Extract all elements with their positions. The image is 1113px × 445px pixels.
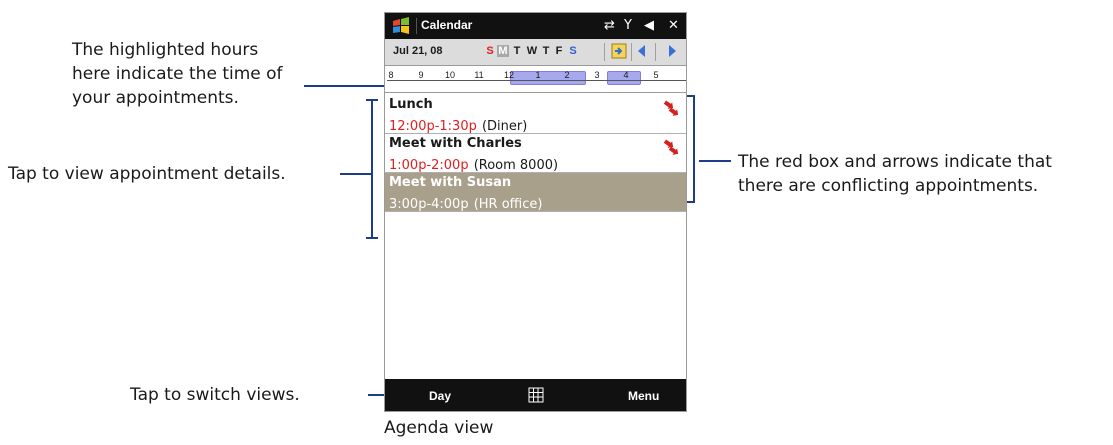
appointment-time: 3:00p-4:00p (389, 197, 469, 212)
hour-label: 5 (653, 70, 659, 80)
appointment-location: (Room 8000) (473, 158, 559, 173)
weekday-1[interactable]: M (497, 45, 509, 57)
weekday-6[interactable]: S (567, 45, 579, 57)
signal-icon[interactable]: Y (624, 18, 632, 33)
hours-annotation-line1: The highlighted hours (72, 40, 259, 60)
appointment-title: Lunch (389, 97, 433, 112)
hour-label: 10 (444, 70, 455, 80)
menu-softkey[interactable]: Menu (628, 389, 659, 403)
hour-label: 2 (564, 70, 570, 80)
appointment-title: Meet with Susan (389, 175, 512, 190)
keyboard-grid-icon[interactable] (528, 387, 544, 403)
hour-label: 3 (594, 70, 600, 80)
date-separator (655, 43, 656, 61)
appointment-details: 1:00p-2:00p (Room 8000) (389, 154, 558, 173)
current-date[interactable]: Jul 21, 08 (393, 45, 443, 57)
weekday-2[interactable]: T (511, 45, 523, 57)
title-bar: Calendar ⇄ Y ◀ ✕ (385, 13, 686, 39)
hours-annotation-line2: here indicate the time of (72, 64, 283, 84)
close-icon[interactable]: ✕ (668, 18, 679, 33)
conflict-arrows-icon (663, 100, 679, 116)
hour-label: 8 (388, 70, 394, 80)
volume-icon[interactable]: ◀ (644, 18, 654, 33)
weekday-3[interactable]: W (526, 45, 538, 57)
phone-screen: Calendar ⇄ Y ◀ ✕ Jul 21, 08 SMTWTFS 8 9 10… (384, 12, 687, 412)
appointment-location: (Diner) (481, 119, 528, 134)
figure-caption: Agenda view (384, 418, 494, 438)
hour-label: 9 (418, 70, 424, 80)
details-bracket-bottom (366, 237, 378, 239)
app-title: Calendar (421, 18, 473, 32)
hour-axis-line (387, 80, 686, 81)
hour-label: 12 (503, 70, 514, 80)
soft-key-bar: Day Menu (385, 379, 686, 411)
sync-icon[interactable]: ⇄ (604, 18, 615, 33)
appointment-row[interactable]: Meet with Susan 3:00p-4:00p (HR office) (385, 173, 686, 212)
appointment-details: 12:00p-1:30p (Diner) (389, 115, 527, 134)
conflict-annotation: The red box and arrows indicate that the… (738, 150, 1052, 198)
appointment-row[interactable]: Meet with Charles 1:00p-2:00p (Room 8000) (385, 134, 686, 173)
details-bracket-top (366, 99, 378, 101)
today-icon[interactable] (611, 43, 627, 59)
hour-label: 4 (623, 70, 629, 80)
conflict-annotation-line1: The red box and arrows indicate that (738, 152, 1052, 172)
weekday-5[interactable]: F (553, 45, 565, 57)
hours-annotation: The highlighted hours here indicate the … (72, 38, 283, 110)
details-annotation: Tap to view appointment details. (8, 164, 286, 184)
conflict-annotation-line2: there are conflicting appointments. (738, 176, 1039, 196)
appointment-time: 1:00p-2:00p (389, 158, 469, 173)
details-bracket (371, 99, 373, 239)
conflict-arrows-icon (663, 139, 679, 155)
windows-start-icon[interactable] (391, 17, 411, 35)
appointment-row[interactable]: Lunch 12:00p-1:30p (Diner) (385, 95, 686, 134)
date-bar: Jul 21, 08 SMTWTFS (385, 39, 686, 66)
title-separator (416, 18, 417, 34)
hours-annotation-line3: your appointments. (72, 88, 239, 108)
appointment-details: 3:00p-4:00p (HR office) (389, 193, 542, 212)
appointment-title: Meet with Charles (389, 136, 522, 151)
views-annotation: Tap to switch views. (130, 385, 300, 405)
day-view-softkey[interactable]: Day (429, 389, 451, 403)
hour-label: 1 (535, 70, 541, 80)
weekday-0[interactable]: S (484, 45, 496, 57)
next-week-icon[interactable] (669, 45, 676, 57)
conflict-callout-line (699, 160, 731, 162)
previous-week-icon[interactable] (638, 45, 645, 57)
details-callout-line (340, 173, 372, 175)
hour-bar[interactable]: 8 9 10 11 12 1 2 3 4 5 (385, 66, 686, 93)
weekday-4[interactable]: T (540, 45, 552, 57)
appointment-time: 12:00p-1:30p (389, 119, 477, 134)
appointment-location: (HR office) (473, 197, 543, 212)
hour-label: 11 (474, 70, 484, 80)
date-separator (604, 43, 605, 61)
date-separator (631, 43, 632, 61)
